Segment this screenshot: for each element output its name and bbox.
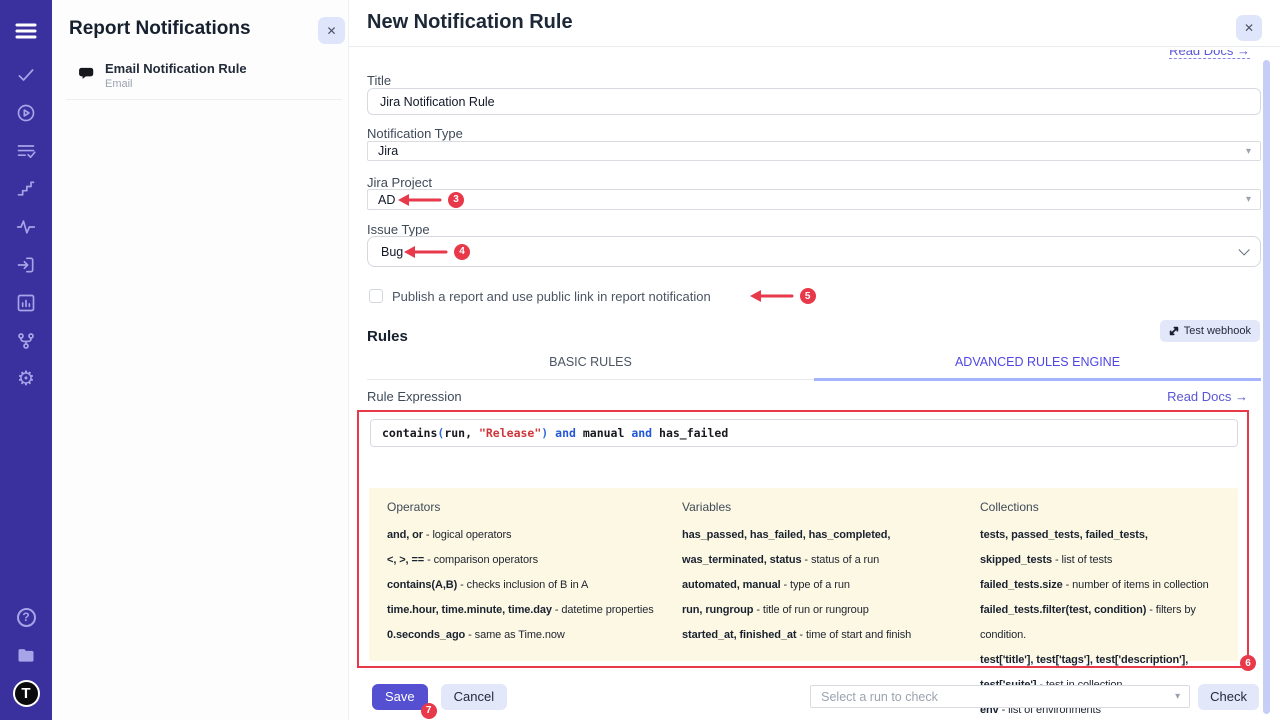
help-item: failed_tests.size - number of items in c…: [980, 573, 1220, 598]
title-label: Title: [367, 73, 391, 88]
tasks-check-icon[interactable]: [7, 132, 45, 170]
help-item: 0.seconds_ago - same as Time.now: [387, 623, 670, 648]
annotation-badge-4: 4: [454, 244, 470, 260]
annotation-3: 3: [398, 192, 464, 208]
app-sidebar: ⚙ ? T: [0, 0, 52, 720]
help-item: automated, manual - type of a run: [682, 573, 968, 598]
read-docs-top-clipped: Read Docs →: [1169, 50, 1250, 61]
webhook-icon: [1169, 326, 1179, 336]
rules-heading: Rules: [367, 328, 408, 345]
help-item: <, >, == - comparison operators: [387, 548, 670, 573]
publish-report-checkbox[interactable]: [369, 289, 383, 303]
annotation-5: 5: [750, 288, 816, 304]
speech-bubble-icon: [78, 65, 95, 87]
help-item: started_at, finished_at - time of start …: [682, 623, 968, 648]
vertical-scrollbar-thumb[interactable]: [1263, 60, 1270, 714]
select-arrow-icon: ▾: [1246, 146, 1251, 157]
annotation-badge-5: 5: [800, 288, 816, 304]
run-to-check-select[interactable]: Select a run to check ▾: [810, 685, 1190, 708]
bar-chart-icon[interactable]: [7, 284, 45, 322]
test-webhook-button[interactable]: Test webhook: [1160, 320, 1260, 342]
rule-expression-code: contains(run, "Release") and manual and …: [382, 426, 728, 440]
tab-basic-rules[interactable]: BASIC RULES: [367, 349, 814, 379]
notification-rule-subtitle: Email: [105, 78, 247, 90]
steps-icon[interactable]: [7, 170, 45, 208]
help-item: has_passed, has_failed, has_completed, w…: [682, 523, 968, 573]
rule-expression-editor[interactable]: contains(run, "Release") and manual and …: [370, 419, 1238, 447]
help-circle-icon[interactable]: ?: [7, 598, 45, 636]
title-input[interactable]: [367, 88, 1261, 115]
issue-type-value: Bug: [378, 245, 403, 259]
help-item: contains(A,B) - checks inclusion of B in…: [387, 573, 670, 598]
git-branch-icon[interactable]: [7, 322, 45, 360]
notification-type-label: Notification Type: [367, 126, 463, 141]
run-select-placeholder: Select a run to check: [821, 690, 938, 704]
report-notifications-panel: Report Notifications ✕ Email Notificatio…: [52, 0, 348, 720]
rules-tabs: BASIC RULES ADVANCED RULES ENGINE: [367, 349, 1261, 380]
menu-icon[interactable]: [15, 14, 37, 48]
sign-in-icon[interactable]: [7, 246, 45, 284]
read-docs-link[interactable]: Read Docs →: [1167, 389, 1248, 404]
settings-gear-icon[interactable]: ⚙: [7, 360, 45, 398]
issue-type-label: Issue Type: [367, 222, 430, 237]
select-arrow-icon: ▾: [1246, 194, 1251, 205]
help-item: tests, passed_tests, failed_tests, skipp…: [980, 523, 1220, 573]
publish-report-label: Publish a report and use public link in …: [392, 289, 711, 304]
activity-icon[interactable]: [7, 208, 45, 246]
help-item: time.hour, time.minute, time.day - datet…: [387, 598, 670, 623]
help-item: run, rungroup - title of run or rungroup: [682, 598, 968, 623]
play-circle-icon[interactable]: [7, 94, 45, 132]
select-arrow-icon: ▾: [1175, 691, 1180, 702]
testomat-logo[interactable]: T: [7, 674, 45, 712]
page-title: New Notification Rule: [367, 11, 573, 34]
app-window: ⚙ ? T Report Notifications ✕ Email Notif…: [0, 0, 1280, 720]
notification-rule-title: Email Notification Rule: [105, 61, 247, 77]
check-button[interactable]: Check: [1198, 684, 1259, 710]
tab-advanced-rules-engine[interactable]: ADVANCED RULES ENGINE: [814, 349, 1261, 381]
main-header: New Notification Rule ✕: [349, 0, 1280, 47]
rule-expression-label: Rule Expression: [367, 389, 462, 404]
cancel-button[interactable]: Cancel: [441, 684, 507, 710]
footer-actions: Save 7 Cancel Select a run to check ▾ Ch…: [372, 683, 1259, 710]
jira-project-select[interactable]: AD ▾ 3: [367, 189, 1261, 210]
notification-type-value: Jira: [378, 144, 398, 158]
read-docs-top-link[interactable]: Read Docs →: [1169, 50, 1250, 59]
chevron-down-icon: [1238, 244, 1249, 255]
panel-title: Report Notifications: [69, 18, 251, 40]
jira-project-label: Jira Project: [367, 175, 432, 190]
folder-icon[interactable]: [7, 636, 45, 674]
publish-report-row: Publish a report and use public link in …: [369, 288, 816, 304]
issue-type-select[interactable]: Bug 4: [367, 236, 1261, 267]
expression-help-panel: Operators and, or - logical operators <,…: [369, 488, 1238, 661]
panel-close-button[interactable]: ✕: [318, 17, 345, 44]
main-close-button[interactable]: ✕: [1236, 15, 1262, 41]
jira-project-value: AD: [378, 193, 395, 207]
annotation-badge-7: 7: [421, 703, 437, 719]
check-icon[interactable]: [7, 56, 45, 94]
annotation-badge-3: 3: [448, 192, 464, 208]
annotation-4: 4: [404, 244, 470, 260]
notification-rule-list-item[interactable]: Email Notification Rule Email: [66, 58, 342, 100]
new-notification-rule-pane: New Notification Rule ✕ Read Docs → Titl…: [348, 0, 1280, 720]
help-item: and, or - logical operators: [387, 523, 670, 548]
notification-type-select[interactable]: Jira ▾: [367, 141, 1261, 161]
help-item: failed_tests.filter(test, condition) - f…: [980, 598, 1220, 648]
save-button[interactable]: Save 7: [372, 684, 428, 710]
annotation-rect-6: contains(run, "Release") and manual and …: [357, 410, 1249, 668]
annotation-badge-6: 6: [1240, 655, 1256, 671]
